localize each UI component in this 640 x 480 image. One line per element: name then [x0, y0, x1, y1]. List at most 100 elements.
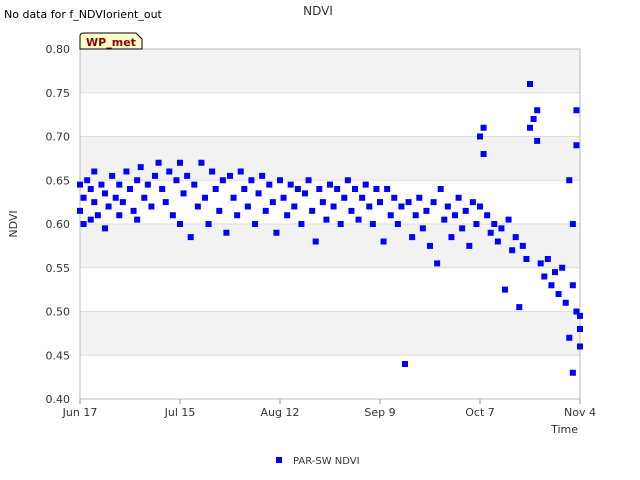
data-point [412, 212, 419, 219]
x-tick-label: Aug 12 [261, 406, 300, 419]
data-point [480, 124, 487, 131]
data-point [566, 334, 573, 341]
data-point [355, 216, 362, 223]
data-point [362, 181, 369, 188]
data-point [109, 172, 116, 179]
y-axis-label: NDVI [7, 210, 20, 237]
data-point [137, 164, 144, 171]
data-point [541, 273, 548, 280]
data-point [155, 159, 162, 166]
data-point [402, 361, 408, 367]
data-point [419, 225, 426, 232]
data-point [248, 177, 255, 184]
data-point [191, 181, 198, 188]
data-point [194, 203, 201, 210]
data-point [366, 203, 373, 210]
data-point [280, 194, 287, 201]
data-point [441, 216, 448, 223]
background-band [80, 224, 580, 268]
data-point [466, 242, 473, 249]
data-point [202, 194, 208, 201]
data-point [98, 181, 105, 188]
data-point [184, 172, 191, 179]
data-point [544, 256, 551, 262]
data-point [216, 207, 223, 214]
data-point [205, 221, 212, 227]
data-point [237, 168, 244, 175]
data-point [434, 260, 441, 267]
data-point [277, 177, 283, 184]
data-point [119, 199, 126, 206]
data-point [530, 116, 537, 122]
site-badge: WP_met [79, 32, 143, 50]
data-point [527, 81, 533, 87]
data-point [548, 282, 555, 289]
data-point [512, 234, 519, 241]
x-tick-label: Jul 15 [164, 406, 196, 419]
data-point [502, 286, 508, 293]
data-point [480, 151, 487, 157]
data-point [323, 216, 330, 223]
data-point [123, 168, 130, 175]
data-point [473, 221, 480, 227]
data-point [284, 212, 291, 219]
data-point [298, 221, 305, 227]
data-point [209, 168, 216, 175]
data-point [80, 221, 87, 227]
data-point [509, 247, 516, 254]
data-point [305, 177, 312, 184]
data-point [134, 216, 141, 223]
data-point [448, 234, 455, 241]
data-point [198, 159, 205, 166]
data-point [294, 186, 301, 192]
data-point [577, 326, 583, 332]
data-point [227, 172, 233, 179]
data-point [87, 216, 94, 223]
data-point [394, 221, 401, 227]
data-point [341, 194, 348, 201]
x-tick-label: Jun 17 [62, 406, 98, 419]
x-tick-label: Sep 9 [364, 406, 395, 419]
data-point [302, 190, 308, 197]
data-point [477, 203, 483, 210]
badge-label: WP_met [86, 36, 136, 49]
data-point [262, 207, 269, 214]
data-point [327, 181, 333, 188]
data-point [573, 107, 580, 114]
data-point [537, 260, 544, 267]
data-point [130, 207, 137, 214]
data-point [516, 304, 523, 311]
data-point [152, 172, 158, 179]
data-point [344, 177, 351, 184]
data-point [252, 221, 258, 227]
data-point [455, 194, 462, 201]
data-point [241, 186, 248, 192]
data-point [498, 225, 505, 232]
data-point [319, 199, 326, 206]
data-point [519, 242, 526, 249]
ndvi-chart: NDVI 0.40 0.45 0.50 0.55 0.60 0.65 0.70 0.75 0.8… [7, 4, 596, 467]
legend-swatch [276, 457, 282, 463]
data-point [416, 194, 423, 201]
data-point [309, 207, 316, 214]
data-point [494, 238, 501, 245]
data-point [462, 207, 469, 214]
data-point [534, 107, 541, 114]
data-point [569, 221, 576, 227]
x-tick-label: Nov 4 [564, 406, 596, 419]
data-point [569, 369, 576, 376]
data-point [430, 199, 437, 206]
data-point [484, 212, 491, 219]
legend-label: PAR-SW NDVI [293, 456, 360, 467]
data-point [437, 186, 444, 192]
data-point [230, 194, 237, 201]
data-point [330, 203, 337, 210]
data-point [91, 199, 98, 206]
data-point [452, 212, 458, 219]
data-point [491, 221, 498, 227]
data-point [141, 194, 148, 201]
data-point [552, 269, 558, 276]
data-point [148, 203, 155, 210]
legend: PAR-SW NDVI [276, 456, 360, 467]
data-point [94, 212, 101, 219]
